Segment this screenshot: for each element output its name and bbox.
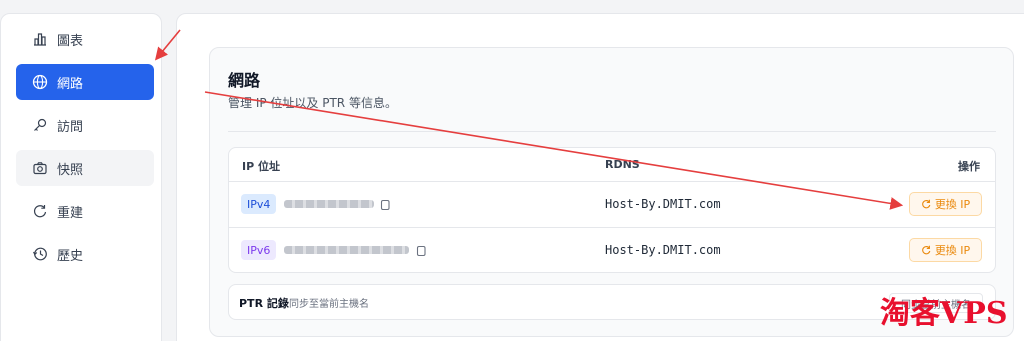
annotation-arrow bbox=[154, 29, 181, 61]
watermark: 淘客VPS bbox=[880, 296, 1008, 331]
annotation-arrow bbox=[204, 91, 904, 210]
annotation-arrows bbox=[154, 29, 904, 210]
